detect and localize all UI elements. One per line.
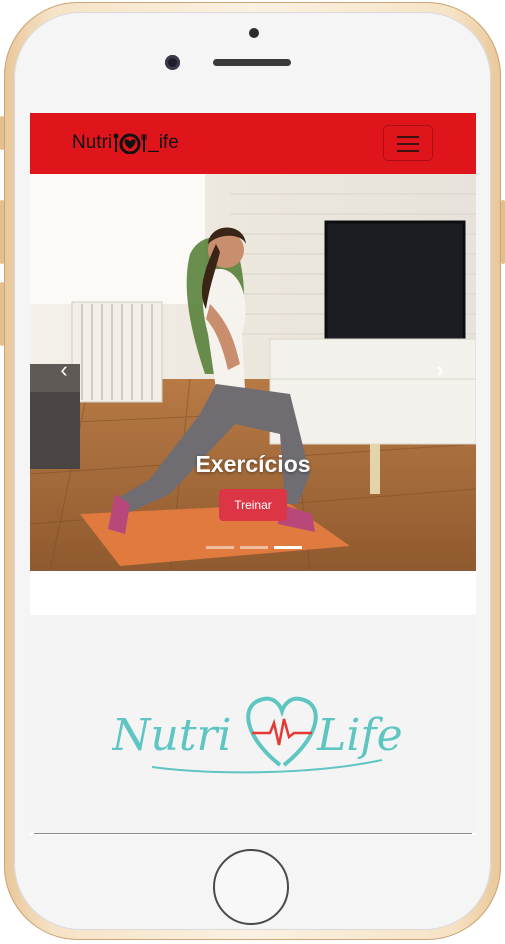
chevron-left-icon: ‹ [60, 357, 68, 382]
logo-text-left: Nutri [112, 710, 232, 761]
logo-swoosh [151, 759, 383, 774]
phone-volume-down [0, 282, 4, 346]
phone-mute-switch [0, 116, 4, 150]
heartbeat-line-icon [252, 718, 312, 746]
carousel-prev-button[interactable]: ‹ [52, 354, 76, 386]
hero-carousel: ‹ › Exercícios Treinar [30, 174, 476, 571]
front-camera [165, 55, 180, 70]
hamburger-icon [397, 136, 419, 138]
hamburger-icon-line [397, 150, 419, 152]
phone-volume-up [0, 200, 4, 264]
carousel-indicator-1[interactable] [206, 546, 234, 549]
carousel-indicator-3[interactable] [274, 546, 302, 549]
section-spacer [30, 571, 476, 615]
section-divider [34, 833, 472, 834]
brand-text-suffix: _ife [148, 132, 179, 153]
navbar-toggler-button[interactable] [383, 125, 433, 161]
carousel-caption-title: Exercícios [195, 451, 311, 477]
treinar-button[interactable]: Treinar [219, 489, 287, 521]
carousel-indicators [206, 546, 302, 549]
phone-power-button [501, 200, 505, 264]
navbar: Nutri _ife [30, 113, 476, 174]
chevron-right-icon: › [436, 357, 444, 382]
brand-link[interactable]: Nutri _ife [72, 130, 179, 156]
hamburger-icon-line [397, 143, 419, 145]
carousel-indicator-2[interactable] [240, 546, 268, 549]
earpiece-speaker [213, 59, 291, 66]
screen: Nutri _ife ‹ › Exercícios Treinar Nutri … [30, 113, 476, 835]
logo-text-right: Life [316, 710, 402, 761]
proximity-sensor [249, 28, 259, 38]
phone-home-button[interactable] [213, 849, 289, 925]
logo-section: Nutri Life [30, 615, 476, 833]
brand-heart-icon [113, 133, 147, 154]
brand-text-prefix: Nutri [72, 132, 113, 153]
carousel-next-button[interactable]: › [428, 354, 452, 386]
nutrilife-logo: Nutri Life [112, 696, 402, 774]
